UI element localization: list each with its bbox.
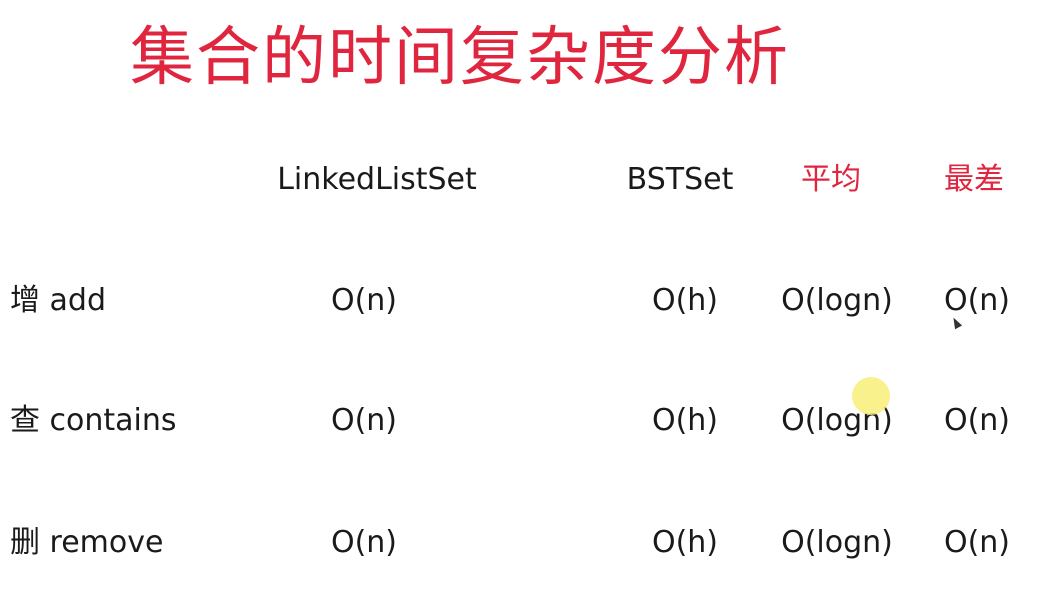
cell-add-average: O(logn) [781, 283, 893, 318]
cell-remove-worst: O(n) [943, 525, 1011, 560]
header-linkedlistset: LinkedListSet [277, 162, 477, 197]
cell-contains-linkedlist: O(n) [330, 403, 398, 438]
row-label-remove: 删 remove [10, 525, 164, 560]
slide-title: 集合的时间复杂度分析 [130, 21, 790, 95]
cursor-highlight-circle [852, 377, 890, 415]
cell-add-worst: O(n) [943, 283, 1011, 318]
cell-add-linkedlist: O(n) [330, 283, 398, 318]
cell-contains-bst: O(h) [651, 403, 719, 438]
row-label-contains: 查 contains [10, 403, 177, 438]
cell-add-bst: O(h) [651, 283, 719, 318]
cell-remove-linkedlist: O(n) [330, 525, 398, 560]
header-worst: 最差 [944, 162, 1004, 197]
cell-contains-worst: O(n) [943, 403, 1011, 438]
header-bstset: BSTSet [626, 162, 734, 197]
cell-remove-average: O(logn) [781, 525, 893, 560]
header-average: 平均 [801, 162, 861, 197]
cell-remove-bst: O(h) [651, 525, 719, 560]
row-label-add: 增 add [10, 283, 107, 318]
